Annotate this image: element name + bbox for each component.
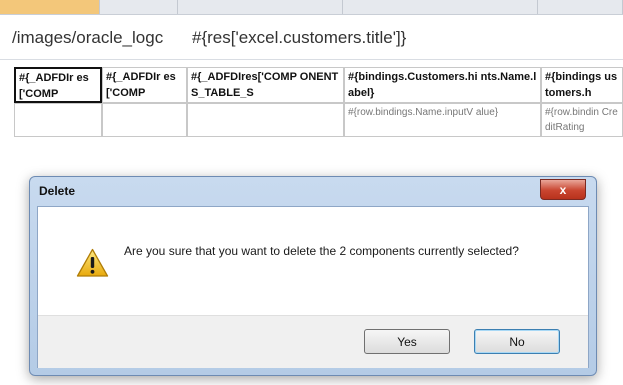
table-cell[interactable] [102,103,187,137]
dialog-title: Delete [39,184,76,198]
page-title-row: /images/oracle_logc #{res['excel.custome… [0,20,623,60]
table-header-cell[interactable]: #{_ADFDIres['COMP ONENTS_TABLE_S [187,67,344,103]
table-cell[interactable] [14,103,102,137]
no-button-label: No [509,334,525,349]
delete-dialog: Delete x Are you sure that you want to d… [29,176,597,376]
page-title: #{res['excel.customers.title']} [192,28,407,47]
column-header-ruler [0,0,623,15]
table-header-cell[interactable]: #{bindings.Customers.hi nts.Name.label} [344,67,541,103]
close-icon: x [559,182,567,197]
ruler-column[interactable] [538,0,623,14]
table-cell[interactable]: #{row.bindings.Name.inputV alue} [344,103,541,137]
close-button[interactable]: x [540,179,586,200]
ruler-column-selected[interactable] [0,0,100,14]
dialog-body: Are you sure that you want to delete the… [37,206,589,368]
ruler-column[interactable] [343,0,538,14]
warning-icon [76,248,109,277]
dialog-message: Are you sure that you want to delete the… [124,244,519,258]
table-header-cell[interactable]: #{bindings ustomers.h [541,67,623,103]
table-header-cell[interactable]: #{_ADFDIr es['COMP [102,67,187,103]
table-header-cell[interactable]: #{_ADFDIr es['COMP [14,67,102,103]
yes-button-label: Yes [397,334,417,349]
ruler-column[interactable] [178,0,343,14]
no-button[interactable]: No [474,329,560,354]
logo-image-path: /images/oracle_logc [12,28,164,47]
table-cell[interactable]: #{row.bindin CreditRating [541,103,623,137]
title-divider [0,59,623,60]
dialog-button-bar: Yes No [38,315,588,368]
table-cell[interactable] [187,103,344,137]
yes-button[interactable]: Yes [364,329,450,354]
ruler-column[interactable] [100,0,178,14]
